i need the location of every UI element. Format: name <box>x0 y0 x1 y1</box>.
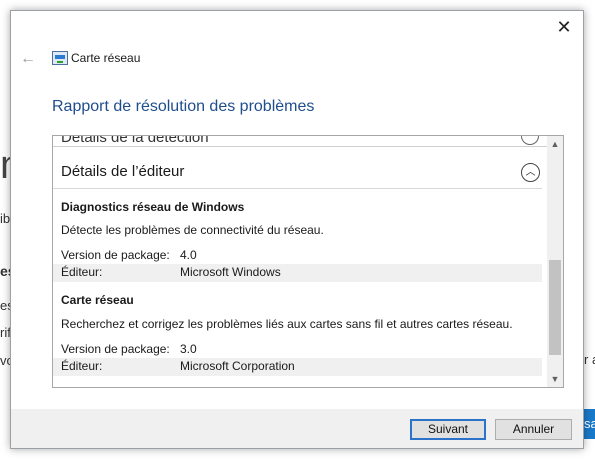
vertical-scrollbar[interactable]: ▲ ▼ <box>547 136 563 387</box>
details-panel[interactable]: Détails de la détection Détails de l’édi… <box>52 135 564 388</box>
window-title: Carte réseau <box>71 51 141 65</box>
scrollbar-thumb[interactable] <box>549 260 561 355</box>
package-description: Détecte les problèmes de connectivité du… <box>61 223 324 237</box>
publisher-value: Microsoft Corporation <box>180 359 295 373</box>
divider <box>53 188 542 189</box>
package-title: Carte réseau <box>61 293 134 307</box>
details-content: Détails de la détection Détails de l’édi… <box>53 136 549 387</box>
table-row <box>53 358 542 376</box>
close-icon[interactable]: ✕ <box>551 17 577 39</box>
background-window-button: sa <box>584 409 595 439</box>
version-value: 3.0 <box>180 342 197 356</box>
package-title: Diagnostics réseau de Windows <box>61 200 245 214</box>
table-row <box>53 264 542 282</box>
chevron-up-icon[interactable]: ︿ <box>521 163 540 182</box>
publisher-value: Microsoft Windows <box>180 265 281 279</box>
cancel-button[interactable]: Annuler <box>495 419 572 440</box>
divider <box>53 146 549 147</box>
next-button[interactable]: Suivant <box>410 419 486 440</box>
package-description: Recherchez et corrigez les problèmes lié… <box>61 317 513 331</box>
version-value: 4.0 <box>180 248 197 262</box>
back-arrow-icon[interactable]: ← <box>17 49 39 69</box>
dialog-footer: Suivant Annuler <box>11 409 583 448</box>
publisher-label: Éditeur: <box>61 265 103 279</box>
publisher-label: Éditeur: <box>61 359 103 373</box>
background-window-text: ib <box>0 211 11 226</box>
chevron-icon[interactable] <box>521 136 539 145</box>
troubleshooter-dialog: ✕ ← Carte réseau Rapport de résolution d… <box>10 10 584 449</box>
background-window-text: r a <box>584 352 595 367</box>
detection-details-title[interactable]: Détails de la détection <box>61 136 209 146</box>
publisher-details-title: Détails de l’éditeur <box>61 163 185 180</box>
scroll-up-icon[interactable]: ▲ <box>547 136 563 152</box>
page-title: Rapport de résolution des problèmes <box>52 98 315 115</box>
scroll-down-icon[interactable]: ▼ <box>547 371 563 387</box>
network-adapter-icon <box>52 51 68 65</box>
version-label: Version de package: <box>61 248 170 262</box>
version-label: Version de package: <box>61 342 170 356</box>
